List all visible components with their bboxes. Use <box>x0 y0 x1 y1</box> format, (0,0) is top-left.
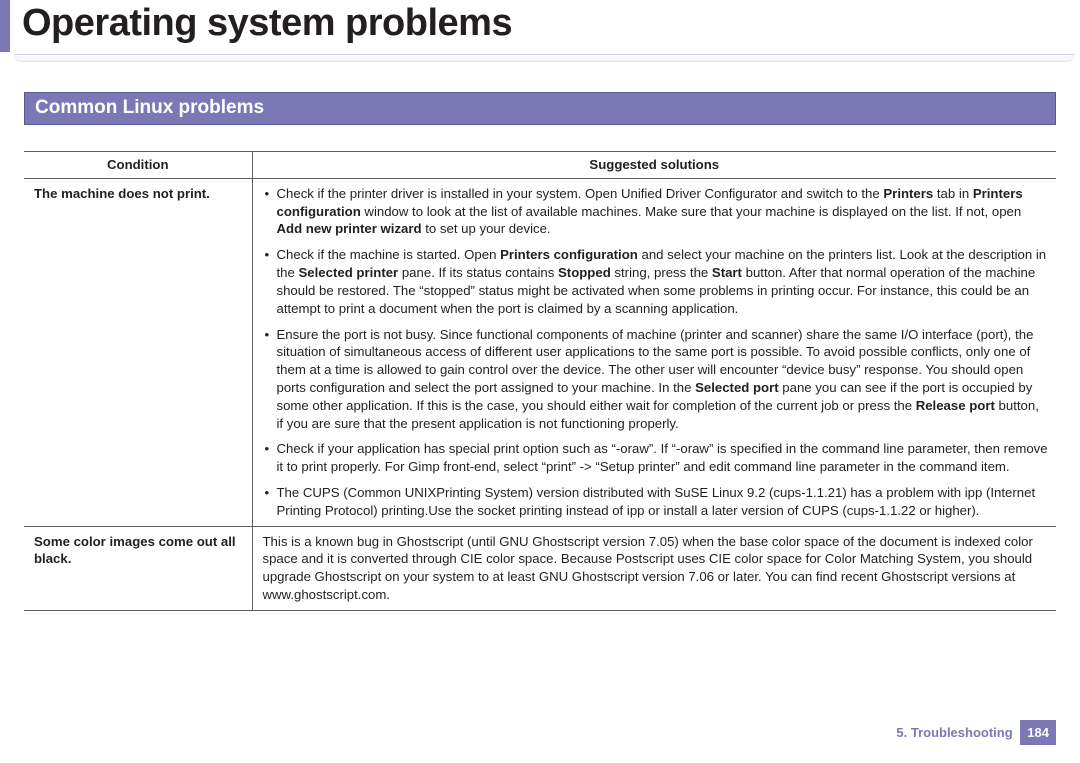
table-row: Some color images come out all black. Th… <box>24 526 1056 610</box>
text: The CUPS (Common UNIXPrinting System) ve… <box>277 485 1036 518</box>
footer-chapter: 5. Troubleshooting <box>896 725 1012 740</box>
bold-text: Printers <box>883 186 933 201</box>
bold-text: Printers configuration <box>500 247 638 262</box>
section-heading: Common Linux problems <box>24 92 1056 125</box>
text: Check if the machine is started. Open <box>277 247 501 262</box>
bold-text: Selected printer <box>299 265 399 280</box>
bold-text: Selected port <box>695 380 779 395</box>
title-accent-bar <box>0 0 10 52</box>
title-block: Operating system problems <box>0 0 1080 62</box>
solutions-cell: This is a known bug in Ghostscript (unti… <box>252 526 1056 610</box>
text: window to look at the list of available … <box>361 204 1021 219</box>
list-item: Check if your application has special pr… <box>263 440 1049 476</box>
footer-page-number: 184 <box>1020 720 1056 745</box>
text: pane. If its status contains <box>398 265 558 280</box>
bold-text: Release port <box>916 398 995 413</box>
list-item: Check if the printer driver is installed… <box>263 185 1049 238</box>
bold-text: Add new printer wizard <box>277 221 422 236</box>
text: tab in <box>933 186 973 201</box>
bullet-list: Check if the printer driver is installed… <box>263 185 1049 520</box>
condition-cell: The machine does not print. <box>24 178 252 526</box>
header-solutions: Suggested solutions <box>252 152 1056 179</box>
table-row: The machine does not print. Check if the… <box>24 178 1056 526</box>
list-item: Ensure the port is not busy. Since funct… <box>263 326 1049 433</box>
bold-text: Stopped <box>558 265 611 280</box>
text: to set up your device. <box>422 221 551 236</box>
bold-text: Start <box>712 265 742 280</box>
header-condition: Condition <box>24 152 252 179</box>
list-item: The CUPS (Common UNIXPrinting System) ve… <box>263 484 1049 520</box>
condition-cell: Some color images come out all black. <box>24 526 252 610</box>
page-title: Operating system problems <box>0 0 1080 42</box>
text: Check if your application has special pr… <box>277 441 1048 474</box>
text: string, press the <box>611 265 712 280</box>
list-item: Check if the machine is started. Open Pr… <box>263 246 1049 317</box>
title-underline <box>14 54 1074 62</box>
text: Check if the printer driver is installed… <box>277 186 884 201</box>
content-area: Common Linux problems Condition Suggeste… <box>0 62 1080 611</box>
troubleshoot-table: Condition Suggested solutions The machin… <box>24 151 1056 611</box>
table-header-row: Condition Suggested solutions <box>24 152 1056 179</box>
solutions-cell: Check if the printer driver is installed… <box>252 178 1056 526</box>
page-footer: 5. Troubleshooting 184 <box>896 720 1056 745</box>
